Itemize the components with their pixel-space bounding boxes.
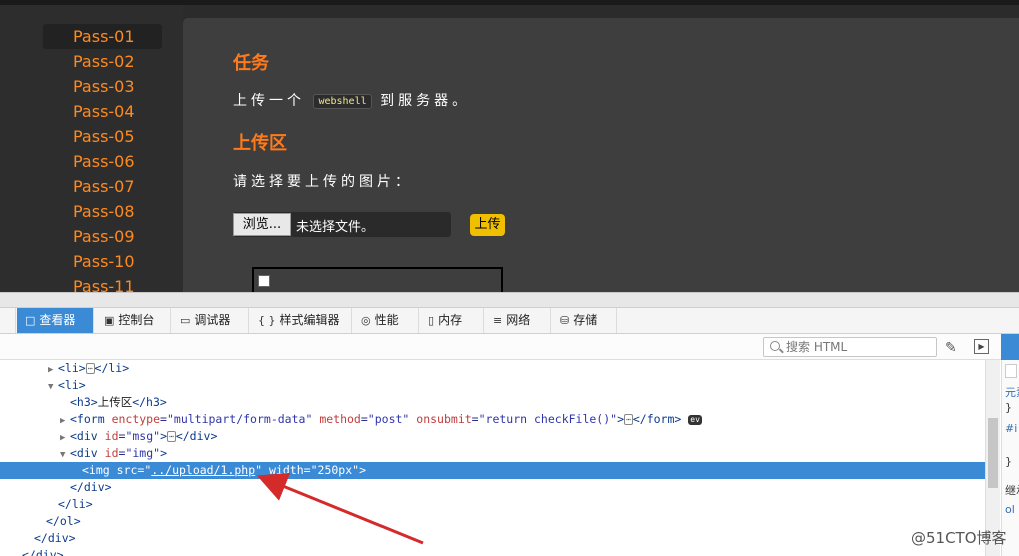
tab-debugger[interactable]: ▭ 调试器 — [172, 308, 249, 333]
tree-node[interactable]: </li> — [0, 496, 985, 513]
storage-icon: ⛁ — [560, 314, 570, 327]
img-src-link[interactable]: ../upload/1.php — [151, 463, 255, 477]
file-input[interactable]: 浏览... 未选择文件。 — [233, 212, 451, 237]
event-badge[interactable]: ev — [688, 415, 702, 425]
rules-tab-edge[interactable] — [1001, 334, 1019, 360]
uploaded-image-frame — [252, 267, 503, 292]
inspector-toolbar: 搜索 HTML ✎ ▶ — [0, 334, 1019, 360]
sidebar-item-pass-10[interactable]: Pass-10 — [43, 249, 162, 274]
task-text-before: 上传一个 — [233, 93, 305, 109]
rules-selector: #i — [1005, 422, 1018, 435]
network-icon: ≡ — [493, 314, 503, 327]
markup-tree: ▶ <li> ⋯ </li> ▼ <li> <h3>上传区</h3> ▶ <form en… — [0, 360, 985, 556]
search-icon — [770, 341, 780, 351]
broken-image-icon — [258, 275, 270, 287]
rules-filter-input[interactable] — [1005, 364, 1017, 378]
tab-label: 调试器 — [194, 313, 231, 327]
style-editor-icon: { } — [258, 314, 276, 327]
tab-style-editor[interactable]: { } 样式编辑器 — [250, 308, 352, 333]
devtools-panel: □ 查看器 ▣ 控制台 ▭ 调试器 { } 样式编辑器 ◎ 性能 ▯ 内存 ≡ 网络 ⛁ 存储 … — [0, 292, 1019, 556]
tab-overflow[interactable] — [0, 308, 16, 333]
search-html-input[interactable]: 搜索 HTML — [763, 337, 937, 357]
tree-node[interactable]: ▼ <div id="img"> — [0, 445, 985, 462]
tab-label: 样式编辑器 — [279, 313, 340, 327]
sidebar-toggle-icon[interactable]: ▶ — [974, 339, 989, 354]
sidebar-item-pass-08[interactable]: Pass-08 — [43, 199, 162, 224]
performance-icon: ◎ — [361, 314, 371, 327]
tab-label: 内存 — [438, 313, 463, 327]
tab-inspector[interactable]: □ 查看器 — [17, 308, 94, 333]
ellipsis-icon[interactable]: ⋯ — [167, 431, 176, 442]
sidebar-item-pass-06[interactable]: Pass-06 — [43, 149, 162, 174]
console-icon: ▣ — [104, 314, 115, 327]
web-page: Pass-01 Pass-02 Pass-03 Pass-04 Pass-05 … — [0, 0, 1019, 292]
tree-node[interactable]: ▶ <li> ⋯ </li> — [0, 360, 985, 377]
upload-heading: 上传区 — [233, 133, 287, 154]
watermark: @51CTO博客 — [911, 529, 1007, 547]
devtools-tabbar: □ 查看器 ▣ 控制台 ▭ 调试器 { } 样式编辑器 ◎ 性能 ▯ 内存 ≡ 网络 ⛁ 存储 — [0, 308, 1019, 334]
rules-brace: } — [1005, 455, 1012, 468]
upload-button[interactable]: 上传 — [470, 214, 505, 236]
tab-performance[interactable]: ◎ 性能 — [353, 308, 419, 333]
tree-node[interactable]: <h3>上传区</h3> — [0, 394, 985, 411]
browse-button[interactable]: 浏览... — [233, 213, 291, 236]
tree-node[interactable]: </div> — [0, 479, 985, 496]
ellipsis-icon[interactable]: ⋯ — [624, 414, 633, 425]
tree-node[interactable]: ▼ <li> — [0, 377, 985, 394]
tab-label: 控制台 — [118, 313, 155, 327]
scrollbar-thumb[interactable] — [988, 418, 998, 488]
tab-label: 查看器 — [39, 313, 76, 327]
rules-ol: ol — [1005, 503, 1015, 516]
main-content: 任务 上传一个 webshell 到服务器。 上传区 请选择要上传的图片： 浏览… — [183, 18, 1019, 292]
sidebar-item-pass-05[interactable]: Pass-05 — [43, 124, 162, 149]
sidebar-item-pass-04[interactable]: Pass-04 — [43, 99, 162, 124]
tab-network[interactable]: ≡ 网络 — [485, 308, 551, 333]
tab-storage[interactable]: ⛁ 存储 — [552, 308, 617, 333]
tree-node[interactable]: ▶ <div id="msg"> ⋯ </div> — [0, 428, 985, 445]
no-file-label: 未选择文件。 — [296, 220, 375, 235]
task-heading: 任务 — [233, 53, 269, 74]
sidebar-item-pass-09[interactable]: Pass-09 — [43, 224, 162, 249]
tab-label: 存储 — [573, 313, 598, 327]
search-placeholder: 搜索 HTML — [786, 340, 848, 354]
tree-node-selected[interactable]: <img src="../upload/1.php" width="250px"… — [0, 462, 985, 479]
sidebar: Pass-01 Pass-02 Pass-03 Pass-04 Pass-05 … — [0, 5, 183, 292]
eyedropper-icon[interactable]: ✎ — [945, 339, 957, 356]
rules-brace: } — [1005, 401, 1012, 414]
memory-icon: ▯ — [428, 314, 435, 327]
tab-console[interactable]: ▣ 控制台 — [96, 308, 171, 333]
sidebar-item-pass-02[interactable]: Pass-02 — [43, 49, 162, 74]
task-text: 上传一个 webshell 到服务器。 — [233, 90, 470, 110]
tree-node[interactable]: ▶ <form enctype="multipart/form-data" met… — [0, 411, 985, 428]
rules-inherited: 继承 — [1005, 484, 1019, 497]
choose-image-text: 请选择要上传的图片： — [233, 174, 413, 190]
tree-node[interactable]: </ol> — [0, 513, 985, 530]
ellipsis-icon[interactable]: ⋯ — [85, 363, 95, 374]
sidebar-item-pass-01[interactable]: Pass-01 — [43, 24, 162, 49]
webshell-code: webshell — [313, 94, 372, 109]
tree-node[interactable]: </div> — [0, 530, 985, 547]
rules-element: 元素 — [1005, 386, 1019, 399]
tab-label: 性能 — [374, 313, 399, 327]
devtools-splitter[interactable] — [0, 293, 1019, 308]
tab-memory[interactable]: ▯ 内存 — [420, 308, 484, 333]
inspector-icon: □ — [25, 314, 36, 327]
tab-label: 网络 — [506, 313, 531, 327]
debugger-icon: ▭ — [180, 314, 191, 327]
sidebar-item-pass-07[interactable]: Pass-07 — [43, 174, 162, 199]
task-text-after: 到服务器。 — [380, 93, 471, 109]
sidebar-item-pass-11[interactable]: Pass-11 — [43, 274, 162, 292]
sidebar-item-pass-03[interactable]: Pass-03 — [43, 74, 162, 99]
